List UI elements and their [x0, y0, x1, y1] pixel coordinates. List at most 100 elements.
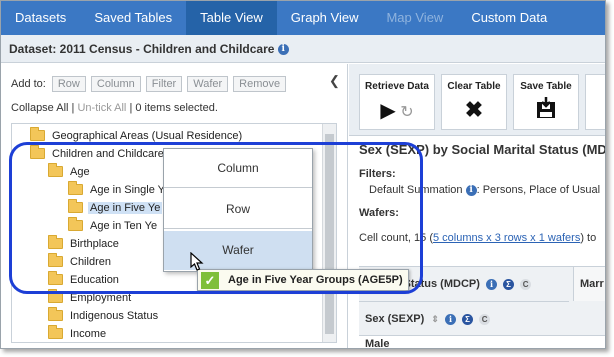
- tab-saved-tables[interactable]: Saved Tables: [80, 1, 186, 35]
- folder-icon: [48, 163, 63, 177]
- row-header[interactable]: Sex (SEXP) ⇕ i Σ C: [359, 301, 569, 335]
- table-title: Sex (SEXP) by Social Marital Status (MDC: [359, 142, 606, 157]
- folder-icon: [48, 325, 63, 339]
- tree-item-income[interactable]: Income: [48, 325, 108, 342]
- c-icon[interactable]: C: [479, 313, 491, 325]
- sort-icon[interactable]: ⇕: [431, 302, 439, 336]
- folder-icon: [48, 289, 63, 303]
- tree-item-label: Age in Ten Ye: [90, 220, 158, 232]
- mouse-pointer-icon: [190, 252, 204, 271]
- filters-detail: : Persons, Place of Usual: [476, 184, 601, 196]
- folder-icon: [48, 253, 63, 267]
- add-filter-button[interactable]: Filter: [145, 76, 183, 92]
- tree-item-label: Employment: [70, 292, 132, 304]
- clear-table-label: Clear Table: [447, 81, 501, 92]
- selected-count: 0 items selected.: [135, 102, 218, 114]
- drag-tooltip-text: Age in Five Year Groups (AGE5P): [228, 274, 403, 286]
- tree-scrollbar-thumb[interactable]: [325, 134, 334, 334]
- tree-item-children-and-childcare[interactable]: Children and Childcare: [30, 145, 166, 162]
- row-header-label: Sex (SEXP): [365, 313, 425, 325]
- retrieve-data-label: Retrieve Data: [365, 81, 429, 92]
- table-panel: Retrieve Data ▶ ↻ Clear Table ✖ Save Tab…: [349, 64, 606, 348]
- top-nav: Datasets Saved Tables Table View Graph V…: [1, 1, 605, 35]
- collapse-all-link[interactable]: Collapse All: [11, 102, 68, 114]
- play-refresh-icon: ▶ ↻: [380, 100, 414, 122]
- tab-map-view: Map View: [386, 10, 444, 25]
- app-window: Datasets Saved Tables Table View Graph V…: [0, 0, 606, 349]
- wafers-label: Wafers:: [359, 207, 399, 219]
- retrieve-data-button[interactable]: Retrieve Data ▶ ↻: [359, 74, 435, 130]
- folder-icon: [68, 181, 83, 195]
- collapse-panel-icon[interactable]: ❮: [329, 73, 340, 89]
- filters-label: Filters:: [359, 168, 396, 180]
- cell-count: Cell count, 15 (5 columns x 3 rows x 1 w…: [359, 232, 596, 244]
- tab-datasets[interactable]: Datasets: [1, 1, 80, 35]
- tab-table-view[interactable]: Table View: [186, 1, 277, 35]
- info-icon[interactable]: i: [465, 184, 477, 196]
- add-to-toolbar: Add to: Row Column Filter Wafer Remove: [11, 76, 291, 92]
- clear-table-button[interactable]: Clear Table ✖: [441, 74, 507, 130]
- info-icon[interactable]: i: [485, 278, 497, 290]
- clear-x-icon: ✖: [464, 97, 484, 122]
- add-column-button[interactable]: Column: [90, 76, 141, 92]
- drop-row-item[interactable]: Row: [164, 190, 312, 229]
- dataset-title-wrap: Dataset: 2011 Census - Children and Chil…: [9, 42, 289, 56]
- folder-icon: [48, 271, 63, 285]
- tab-graph-view[interactable]: Graph View: [277, 1, 373, 35]
- tree-item-label: Children and Childcare: [52, 148, 164, 160]
- folder-icon: [30, 145, 45, 159]
- drop-target-menu: Column Row Wafer: [163, 148, 313, 272]
- tree-item-age-ten-year[interactable]: Age in Ten Ye: [68, 217, 159, 234]
- check-icon: ✓: [201, 272, 219, 289]
- tree-item-age-single-year[interactable]: Age in Single Y: [68, 181, 167, 198]
- filters-value: Default Summation i: Persons, Place of U…: [369, 184, 600, 196]
- table-toolbar: Retrieve Data ▶ ↻ Clear Table ✖ Save Tab…: [349, 64, 605, 136]
- tree-item-label: Geographical Areas (Usual Residence): [52, 130, 243, 142]
- info-icon[interactable]: i: [277, 44, 289, 56]
- tree-item-geographical-areas[interactable]: Geographical Areas (Usual Residence): [30, 127, 244, 144]
- cell-count-prefix: Cell count, 15 (: [359, 232, 433, 244]
- selection-bar: Collapse All | Un-tick All | 0 items sel…: [11, 102, 218, 114]
- tree-item-birthplace[interactable]: Birthplace: [48, 235, 121, 252]
- drop-column-item[interactable]: Column: [164, 149, 312, 188]
- sigma-icon[interactable]: Σ: [462, 313, 474, 325]
- save-table-label: Save Table: [520, 81, 572, 92]
- tab-custom-data[interactable]: Custom Data: [457, 1, 561, 35]
- tree-item-label: Education: [70, 274, 119, 286]
- tree-item-label: Children: [70, 256, 111, 268]
- dataset-header: Dataset: 2011 Census - Children and Chil…: [1, 35, 605, 63]
- drop-wafer-item[interactable]: Wafer: [164, 231, 312, 270]
- c-icon[interactable]: C: [520, 278, 532, 290]
- folder-icon: [68, 199, 83, 213]
- tree-item-label: Income: [70, 328, 107, 340]
- folder-icon: [48, 307, 63, 321]
- cell-count-link[interactable]: 5 columns x 3 rows x 1 wafers: [433, 232, 580, 244]
- save-icon: [514, 97, 578, 125]
- tree-item-education[interactable]: Education: [48, 271, 121, 288]
- sigma-icon[interactable]: Σ: [503, 278, 515, 290]
- folder-icon: [48, 235, 63, 249]
- tree-item-children[interactable]: Children: [48, 253, 113, 270]
- table-row: Male: [359, 335, 605, 348]
- untick-all-link[interactable]: Un-tick All: [77, 102, 126, 114]
- tree-item-label: Age in Single Y: [90, 184, 166, 196]
- tree-item-indigenous-status[interactable]: Indigenous Status: [48, 307, 160, 324]
- tree-item-label: Birthplace: [70, 238, 119, 250]
- drag-tooltip: ✓ Age in Five Year Groups (AGE5P): [197, 269, 409, 291]
- tree-item-age-five-year[interactable]: Age in Five Ye: [68, 199, 163, 216]
- tree-item-label: Age in Five Ye: [88, 202, 163, 214]
- dataset-title: Dataset: 2011 Census - Children and Chil…: [9, 42, 275, 56]
- more-tool-button[interactable]: [585, 74, 605, 130]
- remove-button[interactable]: Remove: [233, 76, 287, 92]
- tree-item-age[interactable]: Age: [48, 163, 92, 180]
- save-table-button[interactable]: Save Table: [513, 74, 579, 130]
- folder-icon: [30, 127, 45, 141]
- info-icon[interactable]: i: [444, 313, 456, 325]
- filters-summation: Default Summation: [369, 184, 463, 196]
- tree-item-label: Indigenous Status: [70, 310, 159, 322]
- add-wafer-button[interactable]: Wafer: [187, 76, 229, 92]
- tree-item-employment[interactable]: Employment: [48, 289, 133, 306]
- column-header-2[interactable]: Marr: [573, 267, 605, 301]
- add-row-button[interactable]: Row: [51, 76, 86, 92]
- tree-scrollbar[interactable]: [322, 124, 336, 342]
